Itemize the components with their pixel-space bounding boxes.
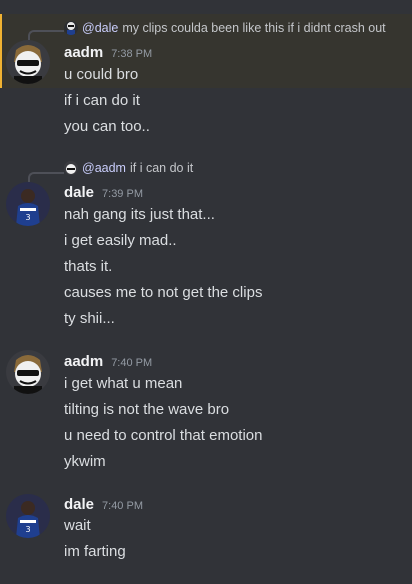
message-text: if i can do it	[64, 92, 140, 109]
message-header: aadm 7:38 PM	[64, 44, 152, 61]
reply-text: my clips coulda been like this if i didn…	[122, 21, 386, 35]
reply-mention[interactable]: @dale	[82, 21, 118, 35]
reply-preview[interactable]: @aadm if i can do it	[64, 159, 193, 177]
timestamp: 7:39 PM	[102, 188, 143, 200]
message-text: i get what u mean	[64, 375, 183, 392]
message-text: nah gang its just that...	[64, 206, 215, 223]
author-name[interactable]: dale	[64, 496, 94, 513]
reply-avatar-icon	[64, 21, 78, 35]
avatar[interactable]	[6, 350, 50, 394]
message-text: tilting is not the wave bro	[64, 401, 230, 418]
message-text: im farting	[64, 543, 126, 560]
message-text: i get easily mad..	[64, 232, 177, 249]
author-name[interactable]: aadm	[64, 353, 103, 370]
reply-preview[interactable]: @dale my clips coulda been like this if …	[64, 19, 386, 37]
author-name[interactable]: dale	[64, 184, 94, 201]
message-header: dale 7:40 PM	[64, 496, 143, 513]
message-text: ty shii...	[64, 310, 115, 327]
message-text: u need to control that emotion	[64, 427, 263, 444]
reply-avatar-icon	[64, 161, 78, 175]
svg-text:3: 3	[25, 525, 30, 534]
author-name[interactable]: aadm	[64, 44, 103, 61]
reply-spine	[28, 30, 64, 40]
avatar[interactable]	[6, 40, 50, 84]
message-text: u could bro	[64, 66, 139, 83]
svg-text:3: 3	[25, 213, 30, 222]
message-text: you can too..	[64, 118, 150, 135]
reply-mention[interactable]: @aadm	[82, 161, 126, 175]
message-text: ykwim	[64, 453, 106, 470]
message-text: wait	[64, 517, 91, 534]
message-text: causes me to not get the clips	[64, 284, 263, 301]
message-header: dale 7:39 PM	[64, 184, 143, 201]
avatar[interactable]: 3	[6, 182, 50, 226]
avatar[interactable]: 3	[6, 494, 50, 538]
timestamp: 7:40 PM	[102, 500, 143, 512]
timestamp: 7:38 PM	[111, 48, 153, 60]
reply-spine	[28, 172, 64, 182]
message-text: thats it.	[64, 258, 113, 275]
reply-text: if i can do it	[129, 161, 194, 175]
timestamp: 7:40 PM	[111, 357, 153, 369]
message-header: aadm 7:40 PM	[64, 353, 152, 370]
